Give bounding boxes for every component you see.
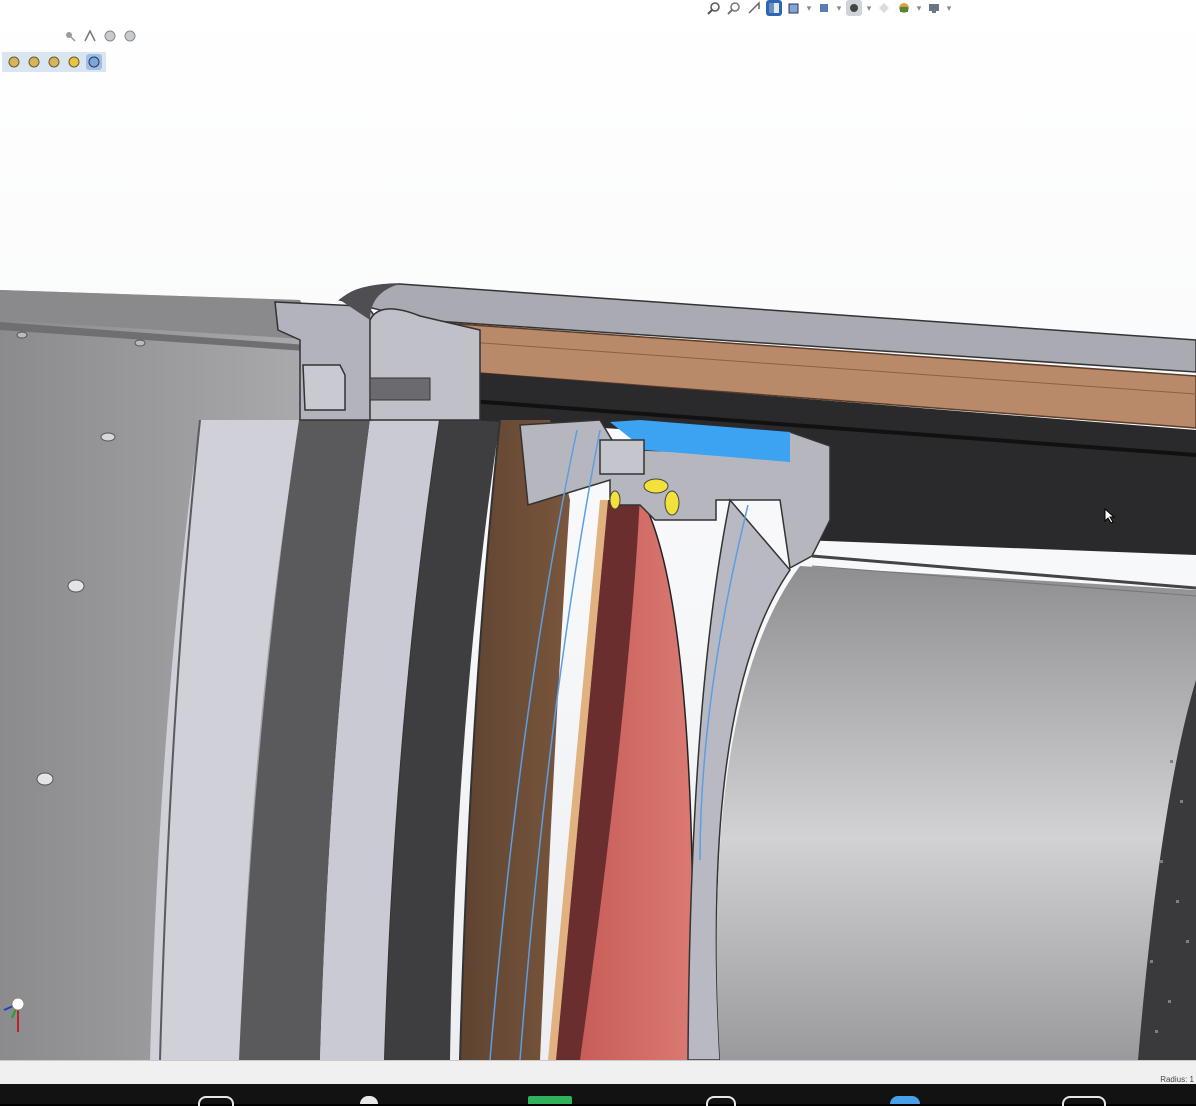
- graphics-area[interactable]: ▾ ▾ ▾ ▾ ▾: [0, 0, 1196, 1060]
- taskbar-app-5[interactable]: [890, 1096, 920, 1104]
- right-bore: [716, 566, 1196, 1060]
- heads-up-view-toolbar: ▾ ▾ ▾ ▾ ▾: [706, 0, 952, 16]
- coordinate-triad-icon: [3, 997, 25, 1032]
- hide-show-icon[interactable]: [846, 0, 862, 16]
- circle-icon-2[interactable]: [122, 28, 138, 44]
- cad-model-section-view[interactable]: [0, 0, 1196, 1060]
- zoom-area-icon[interactable]: [726, 0, 742, 16]
- o-ring: [643, 478, 669, 494]
- bolt-hole: [100, 432, 116, 442]
- part-icon-4[interactable]: [66, 54, 82, 70]
- clamp-section: [369, 308, 481, 421]
- edit-appearance-icon[interactable]: [876, 0, 892, 16]
- part-icon-1[interactable]: [6, 54, 22, 70]
- taskbar-app-6[interactable]: [1062, 1096, 1106, 1106]
- dropdown-arrow-icon[interactable]: ▾: [866, 3, 872, 14]
- part-icon-5[interactable]: [86, 54, 102, 70]
- part-icon-3[interactable]: [46, 54, 62, 70]
- os-taskbar: [0, 1084, 1196, 1106]
- view-settings-icon[interactable]: [926, 0, 942, 16]
- bolt-hole: [36, 772, 54, 786]
- dropdown-arrow-icon[interactable]: ▾: [836, 3, 842, 14]
- display-style-icon[interactable]: [816, 0, 832, 16]
- o-ring: [664, 490, 680, 516]
- sketch-icon[interactable]: [82, 28, 98, 44]
- status-radius-text: Radius: 1: [1160, 1075, 1194, 1084]
- taskbar-app-1[interactable]: [198, 1096, 234, 1106]
- apply-scene-icon[interactable]: [896, 0, 912, 16]
- dropdown-arrow-icon[interactable]: ▾: [806, 3, 812, 14]
- taskbar-app-4[interactable]: [706, 1096, 736, 1106]
- section-view-icon[interactable]: [766, 0, 782, 16]
- taskbar-app-3[interactable]: [528, 1096, 572, 1104]
- part-config-toolbar: [2, 52, 106, 72]
- previous-view-icon[interactable]: [746, 0, 762, 16]
- view-orientation-icon[interactable]: [786, 0, 802, 16]
- zoom-to-fit-icon[interactable]: [706, 0, 722, 16]
- pin-icon[interactable]: [62, 28, 78, 44]
- dropdown-arrow-icon[interactable]: ▾: [946, 3, 952, 14]
- taskbar-app-2[interactable]: [360, 1096, 378, 1104]
- feature-tree-toolbar: [62, 28, 138, 44]
- circle-icon[interactable]: [102, 28, 118, 44]
- bolt-hole: [67, 579, 85, 593]
- part-icon-2[interactable]: [26, 54, 42, 70]
- dropdown-arrow-icon[interactable]: ▾: [916, 3, 922, 14]
- o-ring: [609, 490, 621, 510]
- mouse-cursor-icon: [1104, 508, 1116, 524]
- status-bar: Radius: 1: [0, 1060, 1196, 1085]
